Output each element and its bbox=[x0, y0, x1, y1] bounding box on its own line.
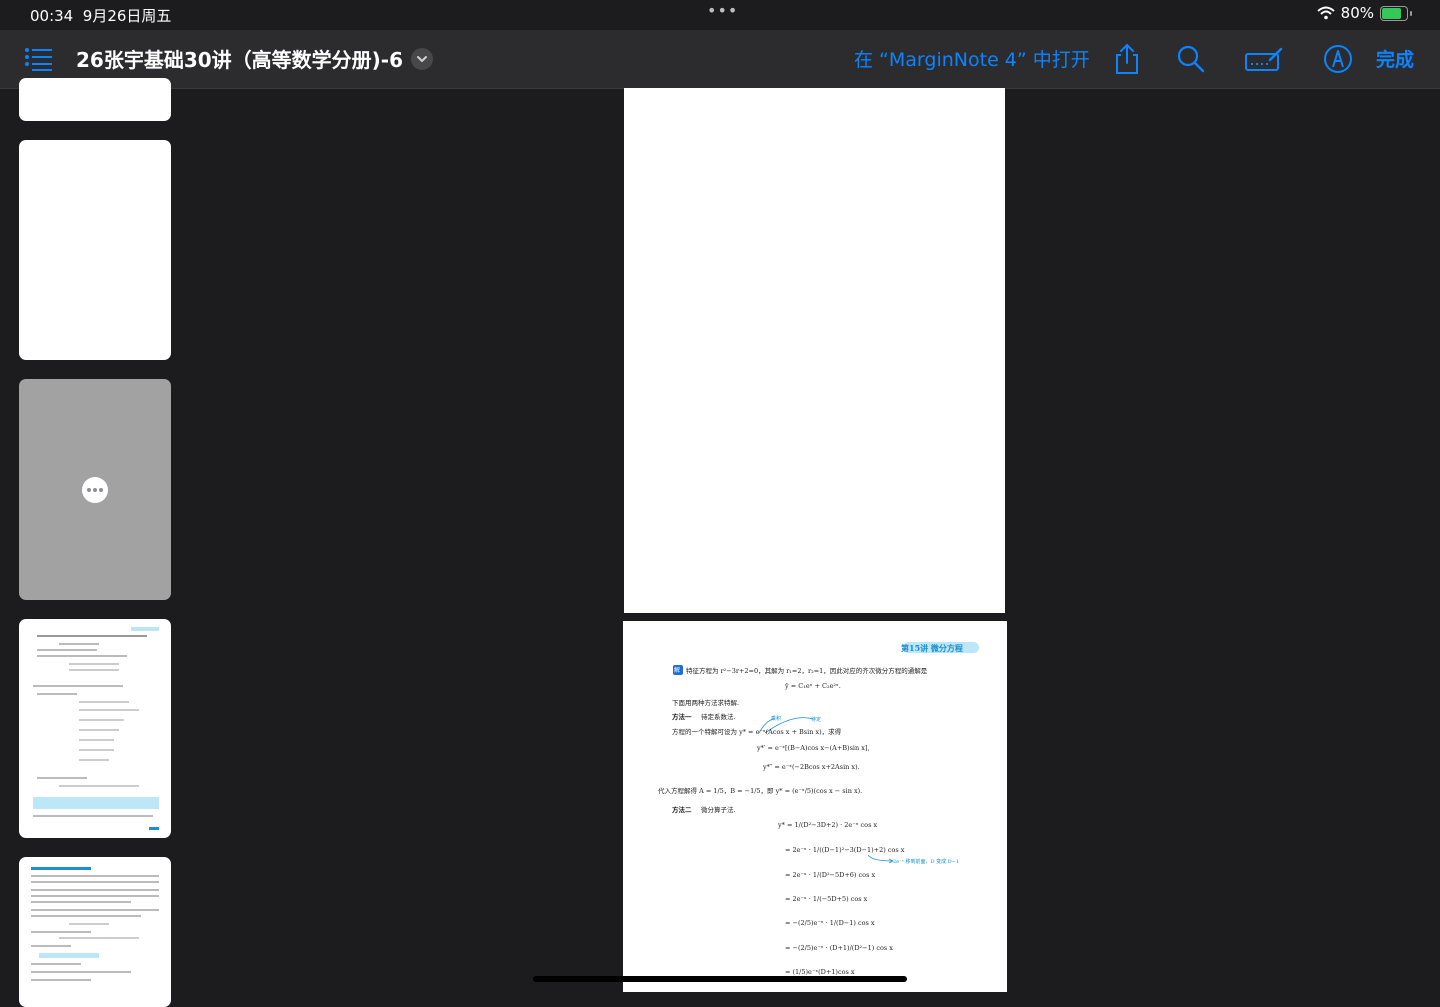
side-note-arrow bbox=[868, 854, 894, 863]
pdf-page-blank[interactable] bbox=[624, 88, 1005, 613]
text-line: 微分算子法. bbox=[701, 806, 736, 814]
home-indicator[interactable] bbox=[533, 976, 907, 982]
list-icon[interactable] bbox=[24, 46, 54, 72]
method-label: 方法一 bbox=[672, 713, 692, 721]
document-title[interactable]: 26张宇基础30讲（高等数学分册)-6 bbox=[76, 44, 403, 73]
text-line: 下面用两种方法求特解. bbox=[672, 699, 740, 707]
equation-step: = −(2/5)e⁻ˣ · (D+1)/(D²−1) cos x bbox=[785, 944, 893, 952]
page-thumbnail[interactable] bbox=[19, 619, 171, 838]
share-icon[interactable] bbox=[1110, 42, 1144, 76]
text-line: 特征方程为 r²−3r+2=0，其解为 r₁=2，r₂=1，因此对应的齐次微分方… bbox=[686, 667, 928, 675]
equation-step: = (1/5)e⁻ˣ(D+1)cos x bbox=[785, 968, 855, 976]
equation-step: = −(2/5)e⁻ˣ · 1/(D−1) cos x bbox=[785, 919, 875, 927]
thumbnail-text-lines bbox=[31, 867, 159, 981]
status-bar: 00:34 9月26日周五 ••• 80% bbox=[0, 0, 1440, 30]
page-thumbnail[interactable] bbox=[19, 140, 171, 360]
open-in-marginnote-button[interactable]: 在 “MarginNote 4” 中打开 bbox=[854, 45, 1090, 72]
more-icon bbox=[82, 477, 108, 503]
search-icon[interactable] bbox=[1174, 42, 1208, 76]
chevron-down-icon[interactable] bbox=[411, 48, 433, 70]
text-line: 代入方程解得 A = 1/5，B = −1/5，即 y* = (e⁻ˣ/5)(c… bbox=[658, 787, 863, 795]
equation-step: = 2e⁻ˣ · 1/(−5D+5) cos x bbox=[785, 895, 868, 903]
pdf-page[interactable]: 第15讲 微分方程 解 特征方程为 r²−3r+2=0，其解为 r₁=2，r₂=… bbox=[623, 621, 1007, 992]
battery-icon bbox=[1380, 5, 1408, 21]
multitasking-dots-icon[interactable]: ••• bbox=[707, 1, 738, 20]
page-thumbnail[interactable] bbox=[19, 857, 171, 1007]
markup-icon[interactable] bbox=[1244, 42, 1284, 76]
toolbar: 26张宇基础30讲（高等数学分册)-6 在 “MarginNote 4” 中打开… bbox=[0, 30, 1440, 89]
battery-percent: 80% bbox=[1340, 4, 1374, 22]
wifi-icon bbox=[1316, 6, 1335, 20]
pencil-circle-icon[interactable] bbox=[1321, 42, 1355, 76]
text-line: 待定系数法. bbox=[701, 713, 736, 721]
equation-step: = 2e⁻ˣ · 1/(D²−5D+6) cos x bbox=[785, 871, 876, 879]
method-label: 方法二 bbox=[672, 806, 692, 814]
status-date: 9月26日周五 bbox=[82, 7, 172, 25]
text-line: 方程的一个特解可设为 y* = e⁻ˣ(Acos x + Bsin x)，求得 bbox=[672, 728, 842, 736]
equation-step: y* = 1/(D²−3D+2) · 2e⁻ˣ cos x bbox=[778, 821, 878, 829]
page-thumbnail[interactable] bbox=[19, 78, 171, 121]
equation: ȳ = C₁eˣ + C₂e²ˣ. bbox=[785, 682, 841, 690]
equation: y*′ = e⁻ˣ[(B−A)cos x−(A+B)sin x], bbox=[757, 744, 870, 752]
page-thumbnail-loading[interactable] bbox=[19, 379, 171, 600]
status-time: 00:34 9月26日周五 bbox=[30, 7, 172, 25]
status-right: 80% bbox=[1316, 4, 1412, 22]
page-header: 第15讲 微分方程 bbox=[901, 643, 963, 653]
side-note: 2e⁻ˣ 移到前面，D 变成 D−1 bbox=[893, 859, 960, 865]
equation: y*″ = e⁻ˣ(−2Bcos x+2Asin x). bbox=[763, 763, 860, 771]
thumbnail-text-lines bbox=[33, 627, 159, 830]
thumbnail-sidebar[interactable] bbox=[0, 78, 190, 1007]
done-button[interactable]: 完成 bbox=[1376, 45, 1414, 72]
